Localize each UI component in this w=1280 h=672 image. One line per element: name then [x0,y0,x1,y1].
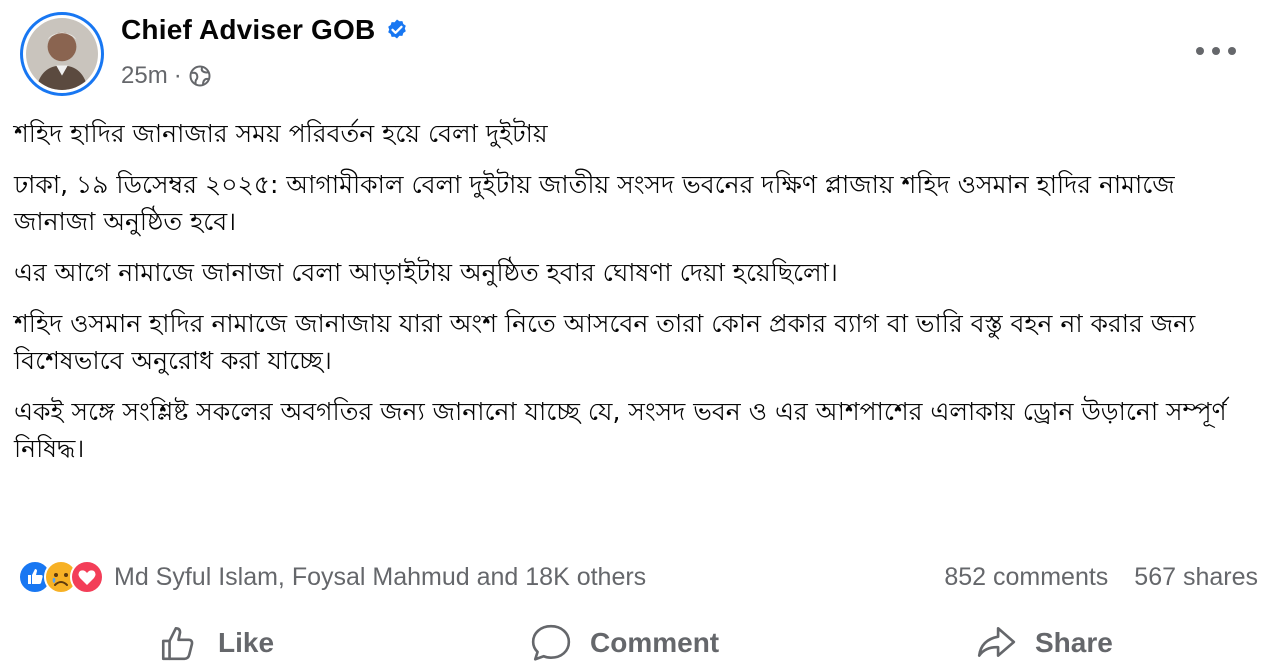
reactors-link[interactable]: Md Syful Islam, Foysal Mahmud and 18K ot… [114,563,918,592]
post-stats: Md Syful Islam, Foysal Mahmud and 18K ot… [18,555,1258,599]
post-paragraph-1: ঢাকা, ১৯ ডিসেম্বর ২০২৫: আগামীকাল বেলা দু… [14,170,1175,236]
post-paragraph-2: এর আগে নামাজে জানাজা বেলা আড়াইটায় অনুষ… [14,258,838,287]
avatar-photo [26,18,98,90]
comments-count-link[interactable]: 852 comments [944,563,1108,592]
more-dot [1196,47,1204,55]
post-paragraph-3: শহিদ ওসমান হাদির নামাজে জানাজায় যারা অং… [14,309,1196,375]
like-label: Like [218,627,275,658]
like-button[interactable]: Like [158,622,274,664]
post-message: শহিদ হাদির জানাজার সময় পরিবর্তন হয়ে বে… [14,115,1264,481]
globe-icon[interactable] [188,64,212,88]
post-headline: শহিদ হাদির জানাজার সময় পরিবর্তন হয়ে বে… [14,119,548,148]
post-timestamp[interactable]: 25m [121,62,168,90]
post-action-bar: Like Comment Share [0,612,1280,672]
page-avatar[interactable] [20,12,104,96]
shares-count-link[interactable]: 567 shares [1134,563,1258,592]
meta-separator: · [173,62,182,89]
comment-label: Comment [590,627,720,658]
share-arrow-icon [977,626,1016,657]
speech-bubble-icon [531,624,571,661]
post-header-title: Chief Adviser GOB [121,14,409,46]
thumbs-up-icon [161,626,194,661]
share-button[interactable]: Share [975,622,1113,664]
page-name-link[interactable]: Chief Adviser GOB [121,14,375,46]
share-label: Share [1035,627,1113,658]
more-options-icon[interactable] [1196,38,1236,64]
more-dot [1228,47,1236,55]
more-dot [1212,47,1220,55]
love-reaction-icon [70,560,104,594]
post-paragraph-4: একই সঙ্গে সংশ্লিষ্ট সকলের অবগতির জন্য জা… [14,397,1227,463]
reaction-summary[interactable] [18,560,104,594]
comment-button[interactable]: Comment [530,622,719,664]
verified-badge-icon [388,19,407,39]
post-meta: 25m · [121,62,212,90]
